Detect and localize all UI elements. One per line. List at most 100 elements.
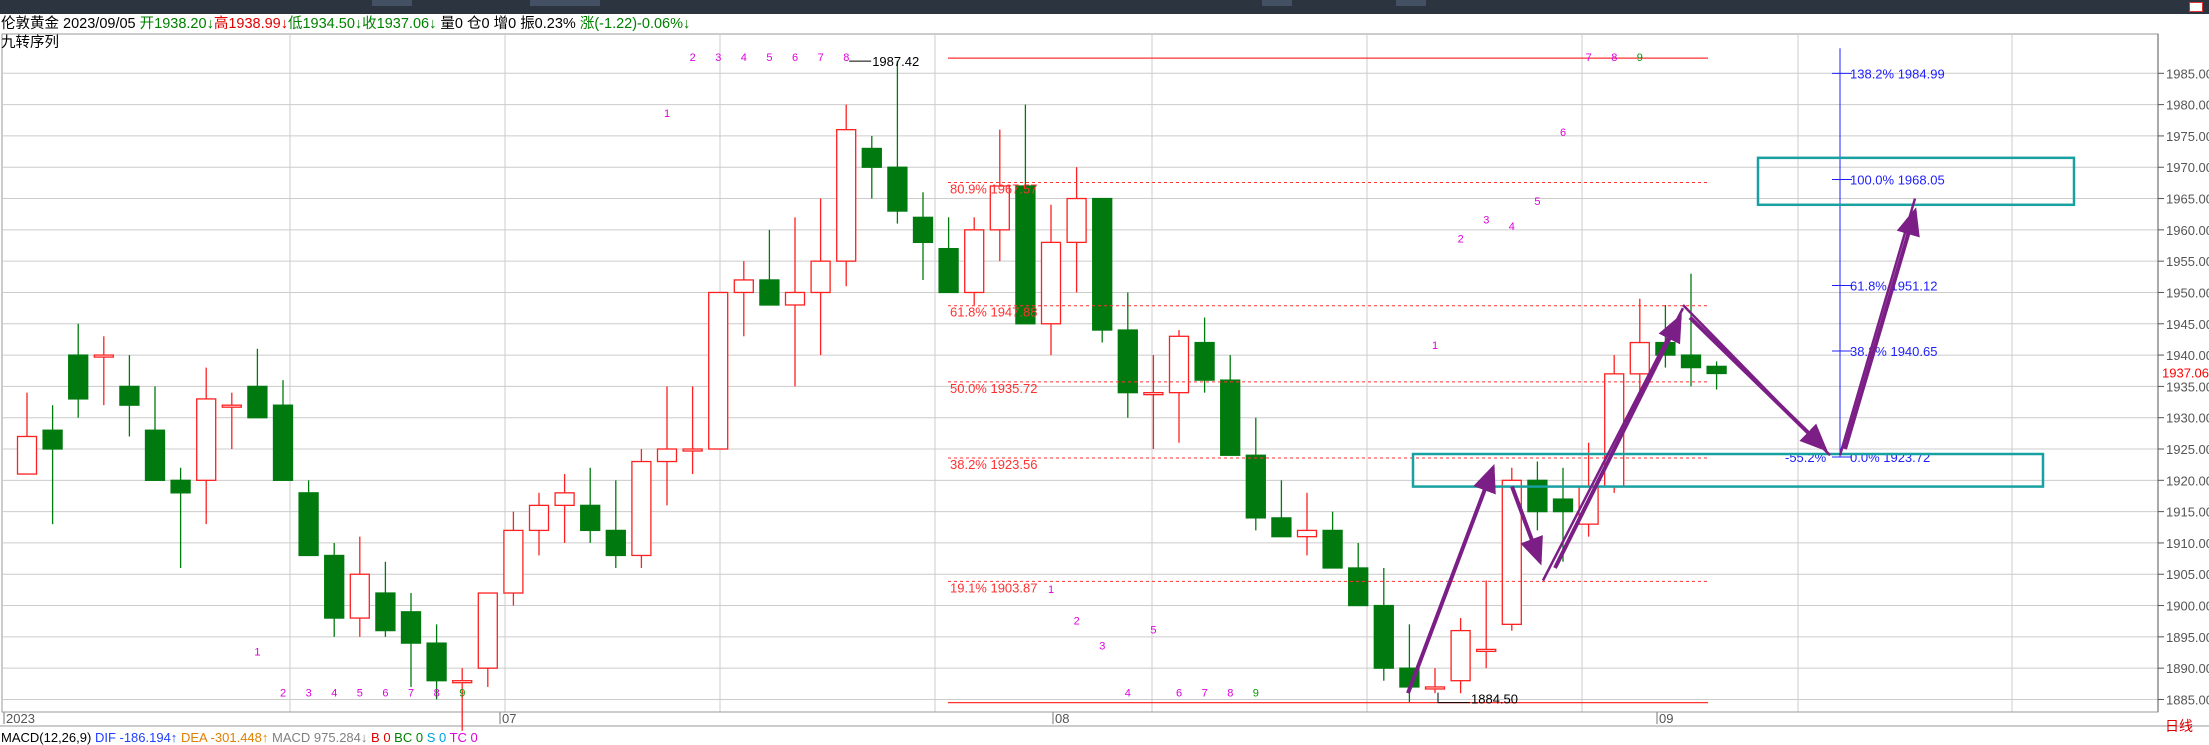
y-tick-label: 1950.00 <box>2166 285 2209 300</box>
fib-level-label: 80.9% 1967.57 <box>950 181 1037 196</box>
candle-body <box>733 279 754 294</box>
macd-bc: BC 0 <box>394 730 424 745</box>
sequence-mark: 9 <box>1637 52 1643 64</box>
fib-ext-label: 38.2% 1940.65 <box>1850 344 1937 359</box>
high-arrow: ↓ <box>280 16 288 32</box>
sequence-mark: 4 <box>331 687 337 699</box>
y-tick-label: 1885.00 <box>2166 692 2209 707</box>
y-tick-label: 1905.00 <box>2166 567 2209 582</box>
sequence-mark: 6 <box>1560 127 1566 139</box>
candle-body <box>1476 648 1497 653</box>
sequence-mark: 1 <box>1432 340 1438 352</box>
y-tick-label: 1915.00 <box>2166 505 2209 520</box>
candle-body <box>16 435 38 475</box>
symbol-name: 伦敦黄金 <box>1 16 59 32</box>
candle-body <box>503 529 524 594</box>
fib-ext-label: 100.0% 1968.05 <box>1850 172 1945 187</box>
candle-body <box>452 680 473 684</box>
position-value: 仓0 <box>466 16 490 32</box>
sequence-mark: 7 <box>818 52 824 64</box>
sequence-mark: 2 <box>1074 615 1080 627</box>
high-value-label: 1987.42 <box>872 54 919 69</box>
sequence-mark: 1 <box>254 647 260 659</box>
candle-body <box>375 592 396 632</box>
sequence-mark: 9 <box>459 687 465 699</box>
y-tick-label: 1930.00 <box>2166 411 2209 426</box>
sequence-mark: 3 <box>306 687 312 699</box>
low-label: 低 <box>287 16 303 32</box>
sequence-mark: 8 <box>1227 687 1233 699</box>
y-tick-label: 1920.00 <box>2166 473 2209 488</box>
candle-body <box>324 554 345 619</box>
open-label: 开 <box>139 16 155 32</box>
fib-level-label: 50.0% 1935.72 <box>950 381 1037 396</box>
candle-body <box>1143 392 1164 396</box>
x-tick-label: 09 <box>1659 711 1673 726</box>
fib-ext-label: 138.2% 1984.99 <box>1850 66 1945 81</box>
candle-body <box>554 492 575 507</box>
candle-body <box>477 592 498 669</box>
sequence-mark: 8 <box>1611 52 1617 64</box>
candle-body <box>1527 479 1548 513</box>
candle-body <box>1680 354 1702 369</box>
sequence-mark: 7 <box>408 687 414 699</box>
candle-body <box>759 279 780 306</box>
sequence-mark: 2 <box>1458 233 1464 245</box>
y-tick-label: 1945.00 <box>2166 317 2209 332</box>
candle-body <box>1168 335 1190 394</box>
change-value: 涨(-1.22)-0.06% <box>579 16 683 32</box>
x-tick-label: 07 <box>502 711 516 726</box>
close-label: 收 <box>362 16 377 32</box>
sequence-mark: 5 <box>1534 196 1540 208</box>
sequence-mark: 6 <box>792 52 798 64</box>
open-value: 1938.20 <box>154 16 207 32</box>
sequence-mark: 3 <box>715 52 721 64</box>
candle-body <box>861 147 882 168</box>
candle-body <box>400 611 422 644</box>
macd-dea: DEA -301.448↑ <box>180 730 269 745</box>
sequence-mark: 3 <box>1099 640 1105 652</box>
candle-body <box>1040 241 1062 325</box>
macd-name: MACD(12,26,9) <box>1 730 92 745</box>
sequence-mark: 1 <box>664 108 670 120</box>
fib-ext-label: 0.0% 1923.72 <box>1850 450 1930 465</box>
candle-body <box>68 354 89 400</box>
candle-body <box>631 460 652 557</box>
sequence-mark: 6 <box>382 687 388 699</box>
x-tick-label: 08 <box>1055 711 1069 726</box>
macd-s: S 0 <box>426 730 447 745</box>
candle-body <box>196 398 217 481</box>
fib-ext-extra-label: -55.2% <box>1785 450 1827 465</box>
sequence-mark: 3 <box>1483 215 1489 227</box>
y-tick-label: 1965.00 <box>2166 192 2209 207</box>
candle-body <box>170 479 191 494</box>
y-tick-label: 1900.00 <box>2166 599 2209 614</box>
quote-date: 2023/09/05 <box>63 16 136 32</box>
close-arrow: ↓ <box>429 16 437 32</box>
macd-dif: DIF -186.194↑ <box>94 730 178 745</box>
candle-body <box>528 504 550 532</box>
candle-body <box>1092 197 1113 331</box>
sequence-mark: 5 <box>766 52 772 64</box>
candle-body <box>912 216 934 244</box>
candle-body <box>887 166 908 212</box>
period-tab-daily[interactable]: 日线 <box>2165 716 2193 736</box>
candle-body <box>426 642 447 682</box>
fib-level-label: 38.2% 1923.56 <box>950 457 1037 472</box>
candle-body <box>1348 567 1369 607</box>
sequence-mark: 7 <box>1202 687 1208 699</box>
candle-body <box>656 448 678 463</box>
sequence-mark: 9 <box>1253 687 1259 699</box>
candle-body <box>1706 365 1727 375</box>
increase-value: 增0 <box>493 16 517 32</box>
high-value: 1938.99 <box>228 16 281 32</box>
sequence-mark: 4 <box>1509 221 1515 233</box>
sequence-mark: 2 <box>280 687 286 699</box>
sequence-mark: 2 <box>690 52 696 64</box>
candle-body <box>349 573 370 619</box>
candle-body <box>784 291 806 306</box>
indicator-title: 九转序列 <box>1 35 59 51</box>
candlestick-chart: 1985.001980.001975.001970.001965.001960.… <box>0 33 2209 731</box>
candle-body <box>1296 529 1318 538</box>
candle-body <box>682 448 703 452</box>
